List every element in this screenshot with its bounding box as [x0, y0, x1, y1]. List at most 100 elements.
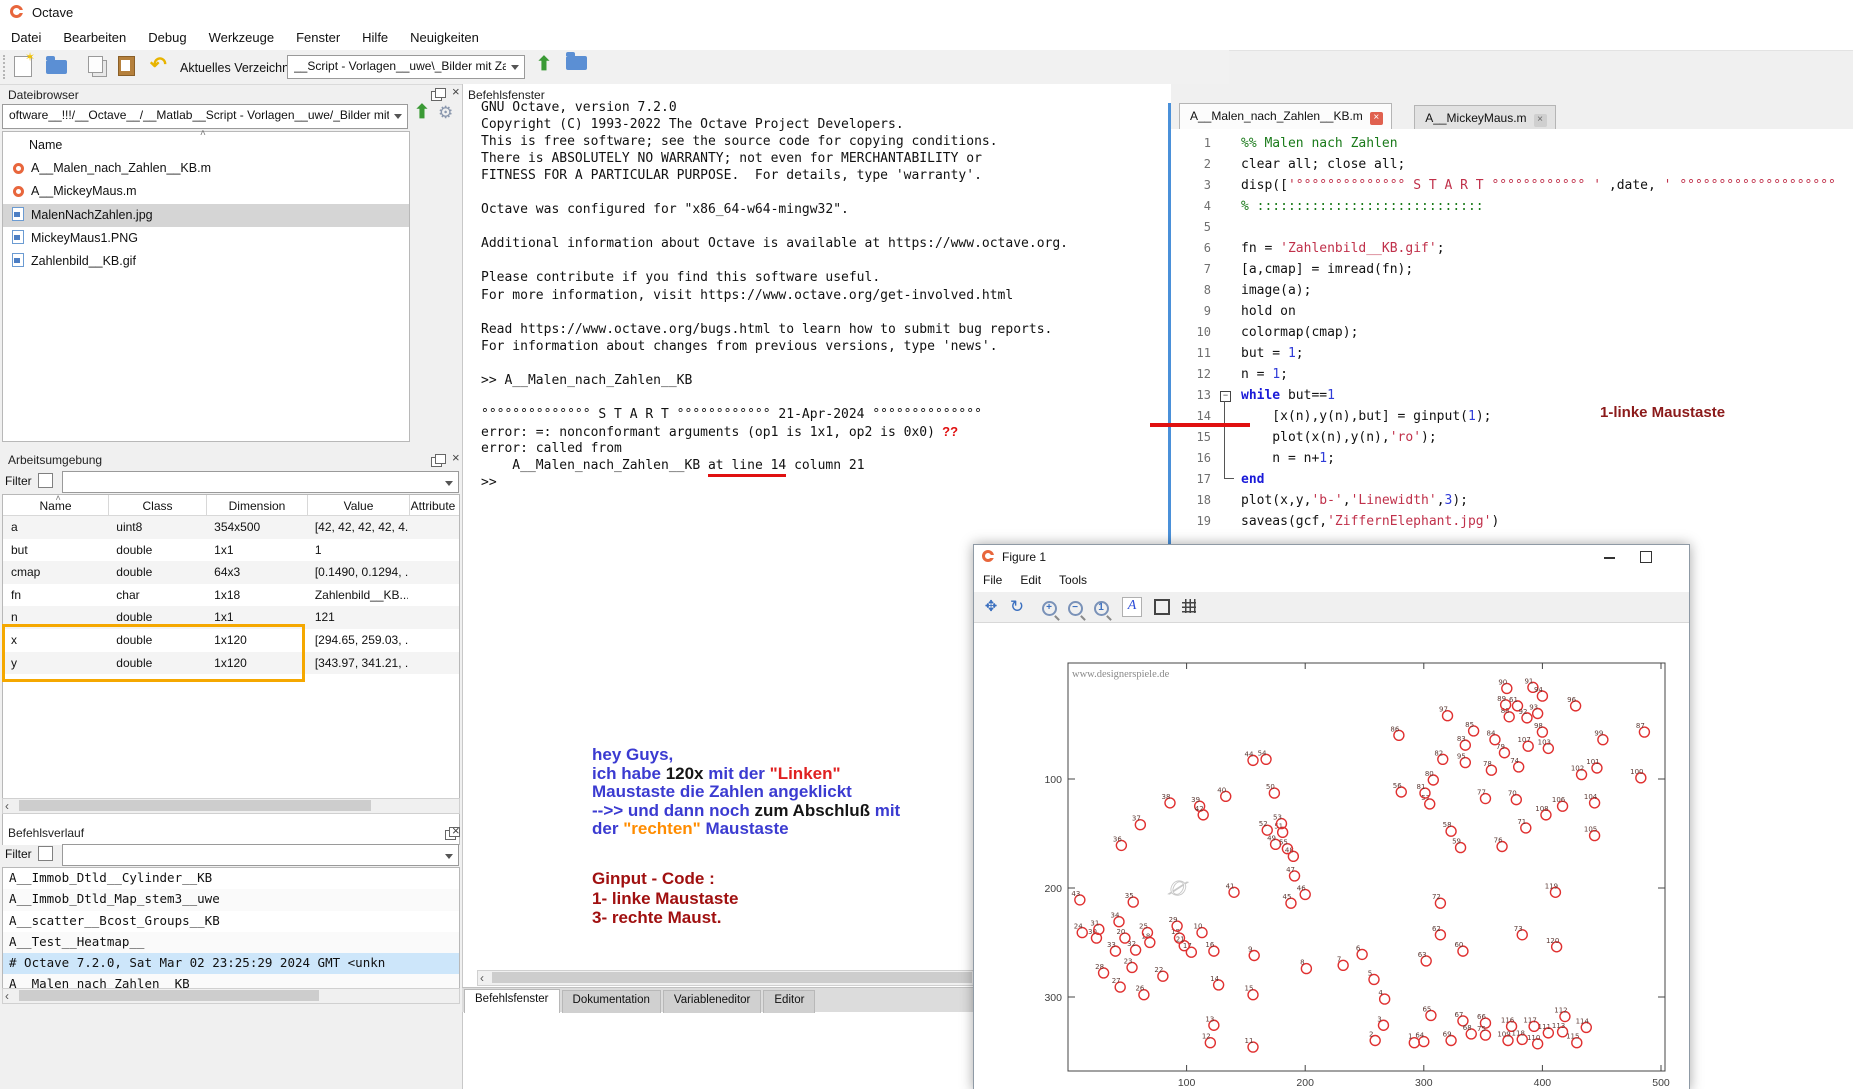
menu-item-werkzeuge[interactable]: Werkzeuge	[198, 26, 286, 50]
annotation-block-red: Ginput - Code :1- linke Maustaste3- rech…	[592, 869, 738, 928]
zoom-reset-icon[interactable]: 1	[1090, 597, 1112, 617]
history-list: A__Immob_Dtld__Cylinder__KBA__Immob_Dtld…	[2, 867, 460, 989]
dock-tab-editor[interactable]: Editor	[763, 990, 815, 1013]
history-entry[interactable]: A__Immob_Dtld_Map_stem3__uwe	[3, 889, 459, 910]
toolbar-drag-handle[interactable]	[3, 55, 9, 79]
axes-box-icon[interactable]	[1154, 597, 1176, 617]
scroll-left-icon[interactable]: ‹	[5, 989, 9, 1003]
file-list-header[interactable]: Name	[3, 138, 409, 152]
filebrowser-up-icon[interactable]: ⬆	[414, 101, 430, 124]
zoom-in-icon[interactable]: +	[1038, 597, 1060, 617]
workspace-filter-combo[interactable]	[62, 471, 459, 493]
maximize-icon[interactable]	[1640, 551, 1652, 563]
open-icon[interactable]	[46, 56, 70, 78]
workspace-row[interactable]: fnchar1x18Zahlenbild__KB....	[3, 584, 459, 607]
file-row[interactable]: MickeyMaus1.PNG	[3, 227, 409, 250]
workspace-hscrollbar[interactable]: ‹	[2, 798, 460, 814]
workspace-table-header[interactable]: Name˄ClassDimensionValueAttribute	[3, 495, 459, 516]
scroll-left-icon[interactable]: ‹	[5, 799, 9, 813]
fold-collapse-icon[interactable]: −	[1220, 391, 1231, 402]
file-row[interactable]: A__Malen_nach_Zahlen__KB.m	[3, 158, 409, 181]
column-header-class[interactable]: Class	[109, 495, 207, 515]
column-header-name[interactable]: Name˄	[3, 495, 109, 515]
browse-directory-icon[interactable]	[566, 52, 587, 66]
menu-item-fenster[interactable]: Fenster	[285, 26, 351, 50]
history-entry[interactable]: A__Test__Heatmap__	[3, 932, 459, 953]
data-point-label: 46	[1297, 884, 1306, 892]
close-icon[interactable]: ×	[452, 87, 460, 97]
file-row[interactable]: Zahlenbild__KB.gif	[3, 250, 409, 273]
text-label-icon[interactable]: A	[1122, 597, 1142, 617]
history-filter-combo[interactable]	[62, 844, 459, 866]
figure-menu-file[interactable]: File	[974, 569, 1011, 593]
text-token: plot(x,y,	[1241, 493, 1311, 508]
file-row[interactable]: MalenNachZahlen.jpg	[3, 204, 409, 227]
console-line: FITNESS FOR A PARTICULAR PURPOSE. For de…	[481, 167, 1171, 184]
figure-menu-tools[interactable]: Tools	[1050, 569, 1096, 593]
menu-item-neuigkeiten[interactable]: Neuigkeiten	[399, 26, 490, 50]
up-directory-icon[interactable]: ⬆	[536, 53, 552, 76]
menu-item-debug[interactable]: Debug	[137, 26, 197, 50]
line-number: 4	[1171, 196, 1211, 213]
history-hscrollbar[interactable]: ‹	[2, 988, 460, 1004]
figure-menu-edit[interactable]: Edit	[1011, 569, 1050, 593]
cell: Zahlenbild__KB....	[307, 584, 409, 607]
scrollbar-thumb[interactable]	[492, 972, 972, 983]
menu-item-datei[interactable]: Datei	[0, 26, 52, 50]
cwd-combo[interactable]: __Script - Vorlagen__uwe\_Bilder mit Zah…	[287, 55, 525, 79]
filter-checkbox[interactable]	[38, 846, 53, 861]
history-entry[interactable]: A__Malen_nach_Zahlen__KB	[3, 974, 459, 989]
menu-item-hilfe[interactable]: Hilfe	[351, 26, 399, 50]
data-point-label: 115	[1566, 1033, 1579, 1041]
dock-tab-dokumentation[interactable]: Dokumentation	[562, 990, 661, 1013]
undo-icon[interactable]: ↶	[150, 52, 174, 74]
data-point-label: 118	[1512, 1029, 1525, 1037]
editor-line: 7[a,cmap] = imread(fn);	[1171, 259, 1851, 280]
filebrowser-path-combo[interactable]: oftware__!!!/__Octave__/__Matlab__Script…	[2, 104, 408, 129]
data-point-label: 3	[1377, 1015, 1381, 1023]
zoom-out-icon[interactable]: −	[1064, 597, 1086, 617]
text-token: end	[1241, 472, 1264, 487]
editor-tab-label: A__MickeyMaus.m	[1425, 111, 1526, 125]
close-icon[interactable]: ×	[452, 453, 460, 463]
history-entry[interactable]: A__scatter__Bcost_Groups__KB	[3, 911, 459, 932]
file-row[interactable]: A__MickeyMaus.m	[3, 181, 409, 204]
gear-icon[interactable]: ⚙	[438, 103, 453, 123]
figure-plot[interactable]: 100200300400500100200300www.designerspie…	[1028, 653, 1678, 1089]
minimize-icon[interactable]	[1604, 557, 1615, 559]
workspace-row[interactable]: cmapdouble64x3[0.1490, 0.1294, ...	[3, 561, 459, 584]
column-header-value[interactable]: Value	[308, 495, 410, 515]
text-token: column 21	[786, 458, 864, 473]
window-title: Octave	[32, 5, 73, 20]
column-header-attribute[interactable]: Attribute	[410, 495, 456, 515]
workspace-row[interactable]: butdouble1x11	[3, 539, 459, 562]
console-output[interactable]: GNU Octave, version 7.2.0Copyright (C) 1…	[481, 99, 1171, 491]
paste-icon[interactable]	[118, 56, 135, 76]
close-icon[interactable]: ×	[1534, 114, 1547, 127]
grid-icon[interactable]	[1182, 597, 1204, 617]
pan-icon[interactable]: ✥	[980, 597, 1002, 617]
figure-titlebar[interactable]: Figure 1	[974, 545, 1689, 570]
rotate-icon[interactable]: ↻	[1006, 597, 1028, 617]
console-line: Please contribute if you find this softw…	[481, 269, 1171, 286]
column-header-dimension[interactable]: Dimension	[207, 495, 308, 515]
code-text: image(a);	[1241, 280, 1311, 298]
collapse-caret-icon[interactable]: ˄	[200, 128, 206, 139]
scrollbar-thumb[interactable]	[19, 800, 371, 811]
dock-tab-befehlsfenster[interactable]: Befehlsfenster	[464, 989, 560, 1013]
filter-checkbox[interactable]	[38, 473, 53, 488]
undock-icon[interactable]	[431, 91, 442, 101]
history-entry[interactable]: # Octave 7.2.0, Sat Mar 02 23:25:29 2024…	[3, 953, 459, 974]
history-entry[interactable]: A__Immob_Dtld__Cylinder__KB	[3, 868, 459, 889]
workspace-row[interactable]: auint8354x500[42, 42, 42, 42, 4...	[3, 516, 459, 539]
copy-icon[interactable]	[88, 56, 103, 73]
dock-tab-variableneditor[interactable]: Variableneditor	[663, 990, 762, 1013]
menu-item-bearbeiten[interactable]: Bearbeiten	[52, 26, 137, 50]
close-icon[interactable]: ×	[1370, 112, 1383, 125]
undock-icon[interactable]	[431, 457, 442, 467]
scroll-left-icon[interactable]: ‹	[480, 971, 484, 985]
scrollbar-thumb[interactable]	[19, 990, 319, 1001]
new-script-icon[interactable]	[14, 56, 32, 77]
data-point-label: 15	[1245, 985, 1254, 993]
close-icon[interactable]: ×	[452, 826, 460, 836]
